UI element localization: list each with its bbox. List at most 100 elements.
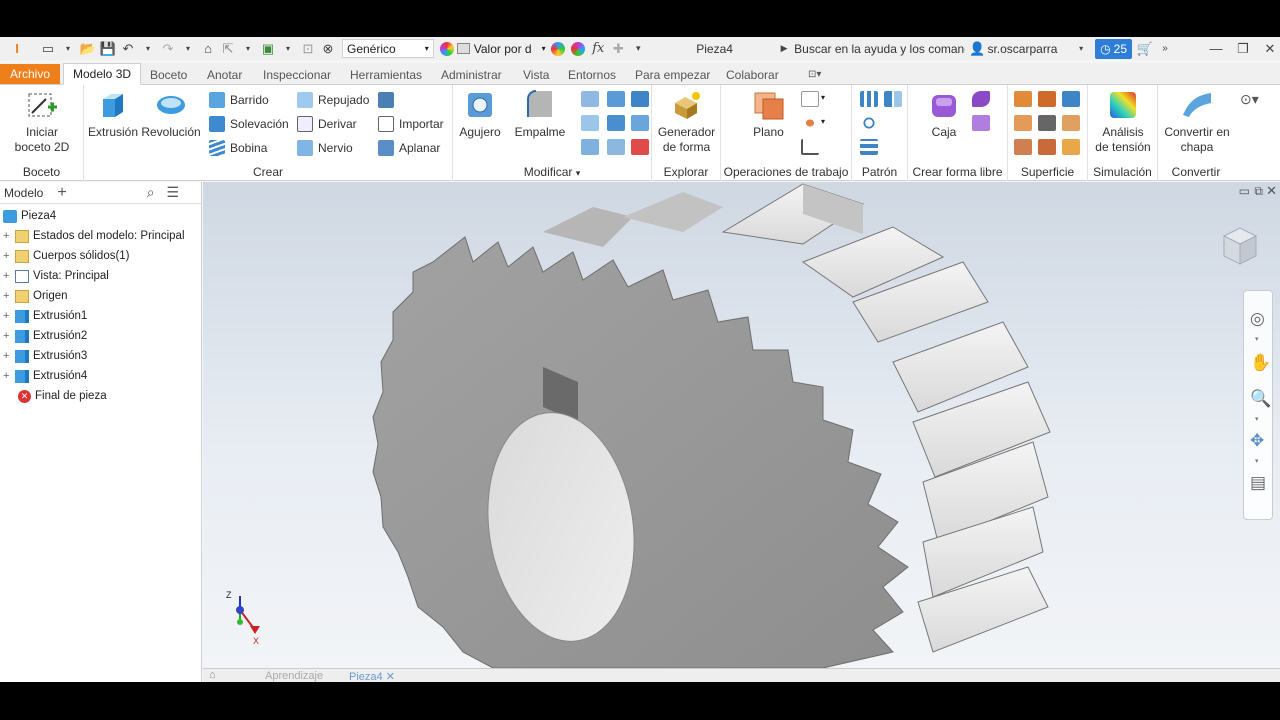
update-icon[interactable]: ▣ (259, 39, 277, 59)
freeform-convert-icon[interactable] (972, 115, 990, 131)
tab-anotar[interactable]: Anotar (207, 65, 242, 85)
tab-inspeccionar[interactable]: Inspeccionar (263, 65, 331, 85)
tree-node[interactable]: + Extrusión4 (0, 366, 87, 386)
draft-icon[interactable] (581, 115, 599, 131)
material-dropdown[interactable]: Genérico ▾ (342, 39, 434, 58)
ucs-icon[interactable] (801, 139, 819, 155)
chevron-down-icon[interactable]: ▾ (279, 39, 297, 59)
direct-edit-icon[interactable] (631, 139, 649, 155)
home-icon[interactable]: ⌂ (199, 39, 217, 59)
delete-face-icon[interactable] (607, 139, 625, 155)
ribbon-display-toggle-icon[interactable]: ⊡▾ (808, 65, 821, 85)
tab-entornos[interactable]: Entornos (568, 65, 616, 85)
convertir-chapa-button[interactable]: Convertir en chapa (1160, 89, 1234, 155)
open-file-icon[interactable]: 📂 (79, 39, 97, 59)
solevacion-button[interactable]: Solevación (209, 114, 289, 134)
freeform-face-icon[interactable] (972, 91, 990, 107)
new-file-icon[interactable]: ▭ (39, 39, 57, 59)
cart-icon[interactable]: 🛒 (1136, 39, 1154, 59)
revolucion-button[interactable]: Revolución (141, 89, 201, 140)
adjust-appearance-icon[interactable] (549, 39, 567, 59)
add-browser-tab-icon[interactable]: + (57, 184, 66, 202)
appearance-sphere-icon[interactable] (438, 39, 456, 59)
chevron-down-icon[interactable]: ▾ (139, 39, 157, 59)
undo-icon[interactable]: ↶ (119, 39, 137, 59)
customize-icon[interactable]: ▾ (629, 39, 647, 59)
ribbon-options-icon[interactable]: ⊙▾ (1240, 91, 1259, 108)
combine-icon[interactable] (631, 115, 649, 131)
tab-pieza4[interactable]: Pieza4 ✕ (349, 670, 395, 682)
user-icon[interactable]: 👤 (968, 39, 986, 59)
mirror-icon[interactable] (884, 91, 902, 107)
tree-node[interactable]: + Extrusión3 (0, 346, 87, 366)
expand-icon[interactable]: + (3, 230, 12, 241)
tab-modelo-3d[interactable]: Modelo 3D (63, 63, 142, 85)
expand-icon[interactable]: + (3, 270, 12, 281)
tree-node[interactable]: + Cuerpos sólidos(1) (0, 246, 130, 266)
surface-ruled-icon[interactable] (1038, 139, 1056, 155)
split-icon[interactable] (631, 91, 649, 107)
circular-pattern-icon[interactable] (860, 115, 878, 131)
work-point-icon[interactable] (801, 115, 819, 131)
tab-aprendizaje[interactable]: Aprendizaje (265, 670, 323, 682)
chevron-down-icon[interactable]: ▾ (821, 117, 825, 126)
tab-archivo[interactable]: Archivo (0, 64, 61, 84)
expand-icon[interactable]: + (3, 330, 12, 341)
home-tab-icon[interactable]: ⌂ (209, 669, 216, 681)
browser-tab-modelo[interactable]: Modelo (4, 186, 43, 200)
thread-icon[interactable] (607, 115, 625, 131)
derivar-button[interactable]: Derivar (297, 114, 357, 134)
extrusion-button[interactable]: Extrusión (88, 89, 138, 140)
tree-node[interactable]: + Vista: Principal (0, 266, 109, 286)
plano-button[interactable]: Plano (741, 89, 796, 140)
caja-button[interactable]: Caja (922, 89, 966, 140)
help-search-input[interactable]: Buscar en la ayuda y los comanc (794, 42, 965, 56)
minimize-icon[interactable]: — (1207, 39, 1225, 59)
tree-node[interactable]: + Extrusión1 (0, 306, 87, 326)
expand-icon[interactable]: + (3, 370, 12, 381)
repujado-button[interactable]: Repujado (297, 90, 369, 110)
viewcube-icon[interactable] (1218, 224, 1262, 268)
work-axis-icon[interactable] (801, 91, 819, 107)
select-icon[interactable]: ⇱ (219, 39, 237, 59)
tab-administrar[interactable]: Administrar (441, 65, 502, 85)
agujero-button[interactable]: Agujero (455, 89, 505, 140)
surface-replace-icon[interactable] (1062, 115, 1080, 131)
expand-icon[interactable]: + (3, 350, 12, 361)
surface-sculpt-icon[interactable] (1062, 91, 1080, 107)
chevron-down-icon[interactable]: ▾ (1072, 39, 1090, 59)
tree-node[interactable]: + Estados del modelo: Principal (0, 226, 185, 246)
surface-boundary-icon[interactable] (1014, 139, 1032, 155)
user-name[interactable]: sr.oscarparra (987, 42, 1071, 56)
barrido-button[interactable]: Barrido (209, 90, 269, 110)
tree-node[interactable]: + Origen (0, 286, 68, 306)
tab-vista[interactable]: Vista (523, 65, 549, 85)
thicken-icon[interactable] (581, 139, 599, 155)
tree-node[interactable]: ✕ Final de pieza (18, 386, 107, 406)
look-at-icon[interactable]: ▤ (1250, 473, 1266, 493)
chevron-down-icon[interactable]: ▾ (59, 39, 77, 59)
tab-herramientas[interactable]: Herramientas (350, 65, 422, 85)
chevron-down-icon[interactable]: ▾ (1255, 415, 1259, 423)
gear-model[interactable] (203, 182, 1280, 668)
inventor-logo-icon[interactable]: I (8, 39, 26, 59)
tree-root[interactable]: Pieza4 (3, 206, 56, 226)
redo-icon[interactable]: ↷ (159, 39, 177, 59)
measure-icon[interactable]: ⊡ (299, 39, 317, 59)
shell-icon[interactable] (607, 91, 625, 107)
appearance-dropdown[interactable]: Valor por d ▾ (456, 39, 549, 58)
chevron-down-icon[interactable]: ▾ (179, 39, 197, 59)
tab-para-empezar[interactable]: Para empezar (635, 65, 710, 85)
expand-icon[interactable]: + (3, 250, 12, 261)
chevron-down-icon[interactable]: ▾ (239, 39, 257, 59)
analisis-tension-button[interactable]: Análisis de tensión (1090, 89, 1156, 155)
more-icon[interactable]: » (1156, 39, 1174, 59)
generador-forma-button[interactable]: Generador de forma (654, 89, 719, 155)
chevron-down-icon[interactable]: ▾ (576, 168, 581, 178)
importar-button[interactable]: Importar (378, 114, 444, 134)
clear-appearance-icon[interactable] (569, 39, 587, 59)
surface-repair-icon[interactable] (1062, 139, 1080, 155)
close-window-icon[interactable]: ✕ (1261, 39, 1279, 59)
notifications-badge[interactable]: ◷ 25 (1095, 38, 1132, 59)
expand-icon[interactable]: + (3, 310, 12, 321)
